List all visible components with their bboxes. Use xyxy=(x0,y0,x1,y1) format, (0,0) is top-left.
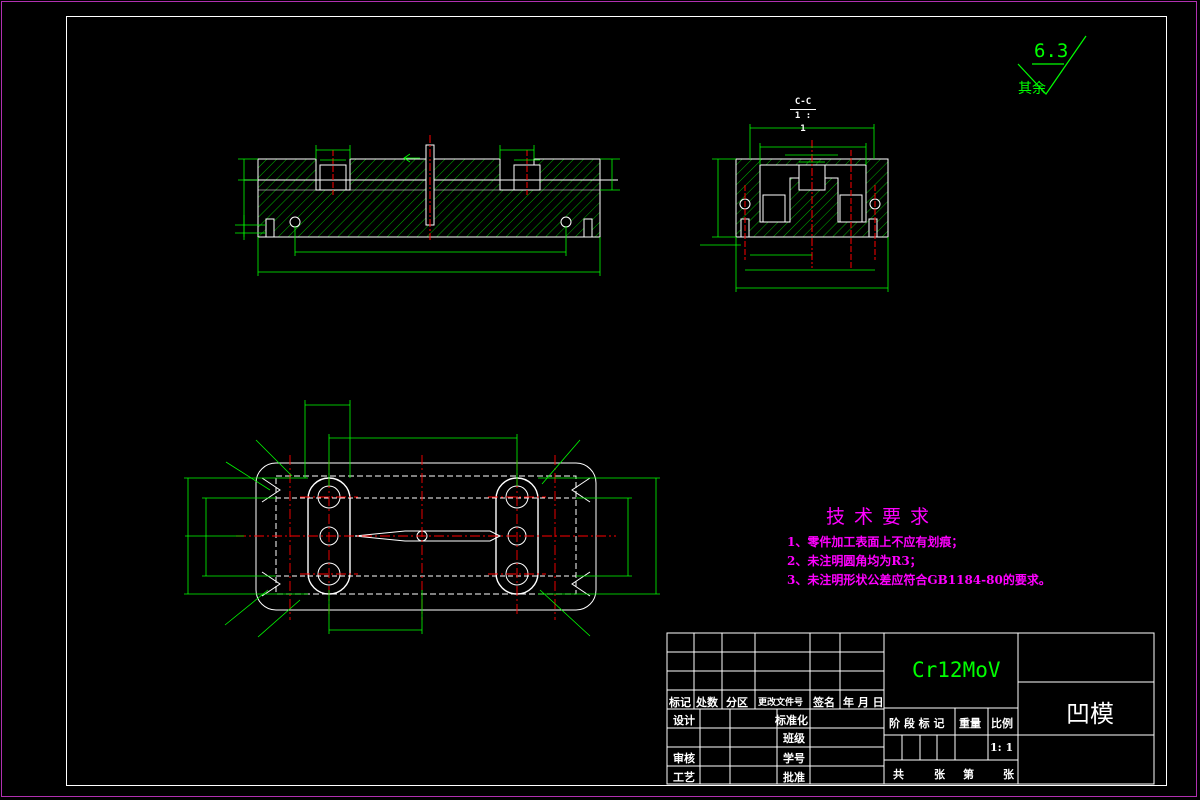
right-pin-hole xyxy=(583,218,593,238)
side-section-view xyxy=(700,124,889,292)
section-scale: 1 : 1 xyxy=(790,109,816,136)
section-name: C-C xyxy=(794,97,812,107)
scale-value: 1: 1 xyxy=(990,741,1014,754)
plan-centerlines xyxy=(236,455,616,620)
class-label: 班级 xyxy=(783,732,805,745)
rev-header-doc: 更改文件号 xyxy=(758,698,804,708)
scale-label: 比例 xyxy=(991,717,1013,730)
sheets-unit-2: 张 xyxy=(1003,768,1014,781)
front-section-view xyxy=(235,135,620,276)
roughness-rest-label: 其余 xyxy=(1018,81,1046,97)
process-label: 工艺 xyxy=(673,771,695,784)
right-screw-hole xyxy=(560,216,572,228)
side-right-pin-hole xyxy=(868,218,878,238)
drawing-sheet: 6.3 其余 C-C 1 : 1 技术要求 1、零件加工表面上不应有划痕； 2、… xyxy=(0,0,1200,800)
stage-label: 阶 段 标 记 xyxy=(889,717,945,730)
tech-requirement-1: 1、零件加工表面上不应有划痕； xyxy=(787,535,964,549)
rev-header-zone: 分区 xyxy=(726,696,748,709)
sheet-number-label: 第 xyxy=(963,768,974,781)
standardization-label: 标准化 xyxy=(775,714,808,727)
side-left-recess xyxy=(762,194,786,223)
rev-header-mark: 标记 xyxy=(669,696,691,709)
material-label: Cr12MoV xyxy=(912,658,1001,682)
review-label: 审核 xyxy=(673,752,695,765)
top-plan-view xyxy=(184,400,660,638)
tech-requirements-title: 技术要求 xyxy=(826,506,939,528)
weight-label: 重量 xyxy=(959,717,981,730)
section-label: C-C 1 : 1 xyxy=(790,96,816,136)
rev-header-date: 年 月 日 xyxy=(843,696,884,709)
tech-requirement-2: 2、未注明圆角均为R3； xyxy=(787,554,922,568)
plan-outline xyxy=(255,462,597,611)
rev-header-sign: 签名 xyxy=(813,696,835,709)
approve-label: 批准 xyxy=(783,771,805,784)
left-screw-hole xyxy=(289,216,301,228)
sheets-unit-1: 张 xyxy=(934,768,945,781)
student-id-label: 学号 xyxy=(783,752,805,765)
design-label: 设计 xyxy=(673,714,695,727)
part-name: 凹模 xyxy=(1066,700,1114,728)
tech-requirement-3: 3、未注明形状公差应符合GB1184-80的要求。 xyxy=(787,573,1051,587)
sheets-total-label: 共 xyxy=(893,768,904,781)
rev-header-count: 处数 xyxy=(696,696,718,709)
left-pin-hole xyxy=(265,218,275,238)
roughness-value: 6.3 xyxy=(1034,40,1069,62)
drawing-canvas xyxy=(184,35,1155,785)
